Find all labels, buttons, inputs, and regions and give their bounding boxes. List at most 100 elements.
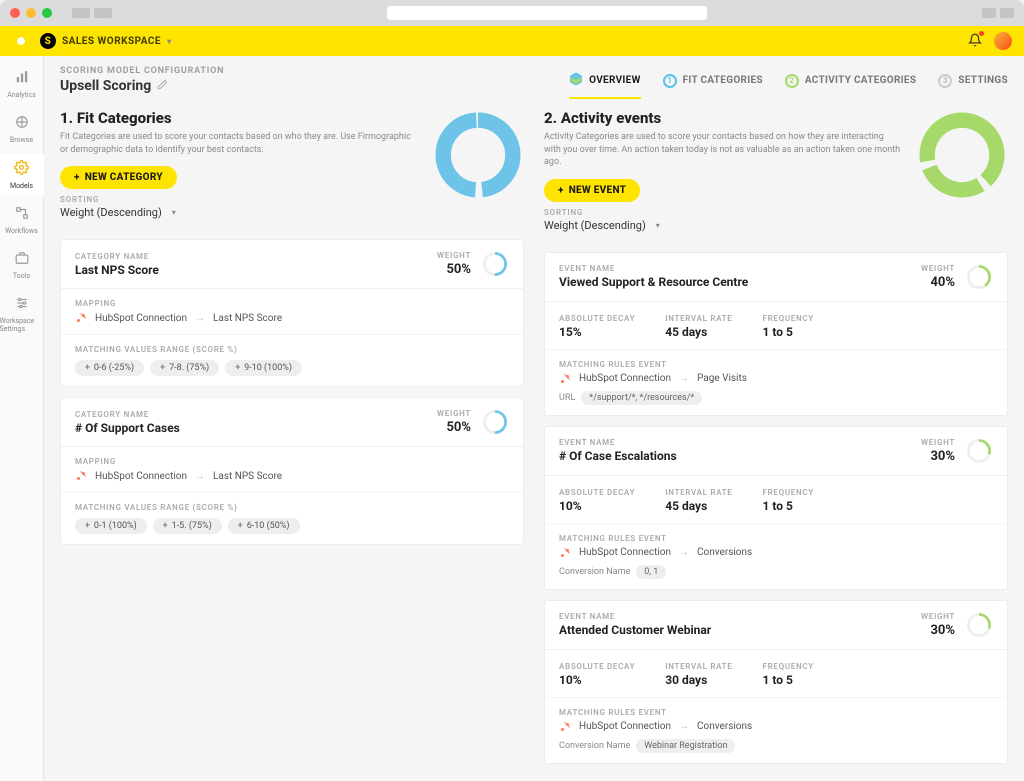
conversion-name-label: Conversion Name (559, 567, 630, 577)
sort-selector[interactable]: Weight (Descending) ▾ (60, 206, 418, 219)
weight-value: 40% (921, 275, 955, 290)
sidebar-item-browse[interactable]: Browse (0, 109, 44, 150)
plus-icon: + (160, 363, 165, 373)
plus-icon: + (163, 521, 168, 531)
fit-column: 1. Fit Categories Fit Categories are use… (60, 109, 524, 765)
abs-decay-label: ABSOLUTE DECAY (559, 662, 635, 671)
edit-title-button[interactable] (157, 78, 168, 94)
weight-ring-icon (481, 408, 509, 436)
frequency-value: 1 to 5 (763, 499, 814, 513)
app-logo-icon[interactable] (12, 32, 30, 50)
category-name: # Of Support Cases (75, 421, 437, 435)
window-titlebar (0, 0, 1024, 26)
event-name-label: EVENT NAME (559, 612, 921, 621)
fit-card[interactable]: CATEGORY NAME # Of Support CasesWEIGHT 50%… (60, 397, 524, 545)
mapping-target: Last NPS Score (213, 471, 282, 482)
conversion-name-label: Conversion Name (559, 741, 630, 751)
button-label: NEW EVENT (569, 185, 627, 196)
activity-title: 2. Activity events (544, 109, 902, 127)
conversion-value[interactable]: Webinar Registration (636, 739, 735, 753)
abs-decay-value: 10% (559, 499, 635, 513)
hubspot-icon (75, 312, 87, 324)
page-title: Upsell Scoring (60, 78, 151, 94)
weight-ring-icon (965, 263, 993, 291)
top-bar: S SALES WORKSPACE ▾ (0, 26, 1024, 56)
range-chip[interactable]: +0-6 (-25%) (75, 360, 144, 376)
gear-icon (14, 160, 29, 179)
interval-label: INTERVAL RATE (665, 488, 732, 497)
conversion-value[interactable]: 0, 1 (636, 565, 666, 579)
hubspot-icon (559, 547, 571, 559)
weight-label: WEIGHT (437, 409, 471, 418)
sidebar-item-workflows[interactable]: Workflows (0, 200, 44, 241)
abs-decay-value: 10% (559, 673, 635, 687)
mapping-target: Conversions (697, 721, 752, 732)
plus-icon: + (85, 521, 90, 531)
toolbox-icon (15, 251, 29, 269)
maximize-window-icon[interactable] (42, 8, 52, 18)
fit-card[interactable]: CATEGORY NAMELast NPS ScoreWEIGHT50%MAPP… (60, 239, 524, 387)
notifications-button[interactable] (968, 33, 982, 50)
weight-label: WEIGHT (921, 438, 955, 447)
weight-label: WEIGHT (437, 251, 471, 260)
interval-value: 45 days (665, 325, 732, 339)
breadcrumb: SCORING MODEL CONFIGURATION (60, 66, 224, 76)
workflow-icon (15, 206, 29, 224)
close-window-icon[interactable] (10, 8, 20, 18)
workspace-name: SALES WORKSPACE (62, 36, 161, 47)
range-chip[interactable]: +0-1 (100%) (75, 518, 147, 534)
arrow-right-icon: → (679, 547, 689, 558)
tab-overview[interactable]: OVERVIEW (569, 72, 641, 99)
user-avatar[interactable] (994, 32, 1012, 50)
range-chip[interactable]: +9-10 (100%) (225, 360, 302, 376)
workspace-selector[interactable]: S SALES WORKSPACE ▾ (40, 33, 172, 49)
activity-card[interactable]: EVENT NAMEAttended Customer WebinarWEIGH… (544, 600, 1008, 764)
sort-label: SORTING (544, 208, 902, 217)
new-event-button[interactable]: + NEW EVENT (544, 179, 640, 202)
hubspot-icon (75, 470, 87, 482)
sort-value: Weight (Descending) (544, 219, 646, 232)
arrow-right-icon: → (679, 373, 689, 384)
sort-selector[interactable]: Weight (Descending) ▾ (544, 219, 902, 232)
mapping-target: Conversions (697, 547, 752, 558)
activity-card[interactable]: EVENT NAMEViewed Support & Resource Cent… (544, 252, 1008, 416)
activity-card[interactable]: EVENT NAME# Of Case EscalationsWEIGHT30%… (544, 426, 1008, 590)
sidebar-item-workspace-settings[interactable]: Workspace Settings (0, 290, 44, 339)
chevron-down-icon: ▾ (172, 208, 176, 217)
frequency-label: FREQUENCY (763, 662, 814, 671)
sidebar-label: Models (10, 182, 33, 190)
sort-label: SORTING (60, 195, 418, 204)
address-bar[interactable] (387, 6, 707, 20)
tab-fit-categories[interactable]: 1 FIT CATEGORIES (663, 72, 763, 99)
tab-settings[interactable]: 3 SETTINGS (938, 72, 1008, 99)
range-chip[interactable]: +7-8. (75%) (150, 360, 219, 376)
sidebar-item-analytics[interactable]: Analytics (0, 64, 44, 105)
sidebar-item-models[interactable]: Models (0, 154, 44, 196)
url-pattern[interactable]: */support/*, */resources/* (581, 391, 702, 405)
frequency-label: FREQUENCY (763, 488, 814, 497)
plus-icon: + (238, 521, 243, 531)
plus-icon: + (235, 363, 240, 373)
tab-label: SETTINGS (958, 75, 1008, 86)
category-name-label: CATEGORY NAME (75, 410, 437, 419)
minimize-window-icon[interactable] (26, 8, 36, 18)
mapping-source: HubSpot Connection (95, 471, 187, 482)
new-category-button[interactable]: + NEW CATEGORY (60, 166, 177, 189)
activity-description: Activity Categories are used to score yo… (544, 131, 902, 169)
event-name-label: EVENT NAME (559, 438, 921, 447)
event-name: # Of Case Escalations (559, 449, 921, 463)
interval-value: 30 days (665, 673, 732, 687)
workspace-avatar-icon: S (40, 33, 56, 49)
mapping-source: HubSpot Connection (579, 721, 671, 732)
sidebar-item-tools[interactable]: Tools (0, 245, 44, 286)
tab-activity-categories[interactable]: 2 ACTIVITY CATEGORIES (785, 72, 916, 99)
matching-rules-label: MATCHING RULES EVENT (559, 708, 993, 717)
tab-label: FIT CATEGORIES (683, 75, 763, 86)
matching-label: MATCHING VALUES RANGE (SCORE %) (75, 345, 509, 354)
fit-title: 1. Fit Categories (60, 109, 418, 127)
weight-ring-icon (481, 250, 509, 278)
range-chip[interactable]: +1-5. (75%) (153, 518, 222, 534)
range-chip[interactable]: +6-10 (50%) (228, 518, 300, 534)
weight-value: 50% (437, 420, 471, 435)
mapping-source: HubSpot Connection (579, 547, 671, 558)
